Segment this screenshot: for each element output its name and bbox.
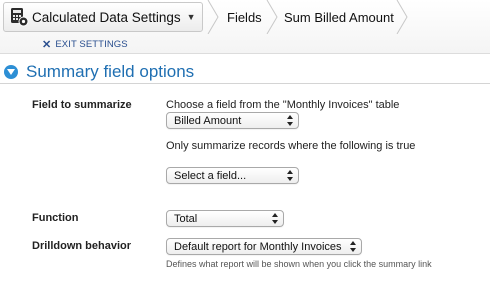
field-to-summarize-prompt: Choose a field from the "Monthly Invoice… [166,99,400,111]
select-arrows-icon [272,213,278,224]
select-arrows-icon [287,115,293,126]
exit-settings-link[interactable]: ✕ EXIT SETTINGS [42,38,128,51]
drilldown-behavior-label: Drilldown behavior [32,240,132,252]
section-title: Summary field options [26,61,195,81]
breadcrumb-sum-billed-amount[interactable]: Sum Billed Amount [284,0,394,34]
filter-field-value: Select a field... [174,169,247,182]
breadcrumb-separator [206,0,220,34]
top-toolbar: Calculated Data Settings ▼ Fields Sum Bi… [0,0,490,54]
chevron-down-icon: ▼ [186,12,196,22]
collapse-icon[interactable] [4,64,18,79]
filter-field-select[interactable]: Select a field... [166,167,299,184]
breadcrumb-fields[interactable]: Fields [227,0,262,34]
calculator-gear-icon [10,7,29,27]
calculated-data-settings-menu[interactable]: Calculated Data Settings ▼ [3,2,203,32]
drilldown-hint: Defines what report will be shown when y… [166,259,432,269]
close-icon: ✕ [42,39,52,51]
field-to-summarize-select[interactable]: Billed Amount [166,112,299,129]
function-select[interactable]: Total [166,210,284,227]
exit-settings-label: EXIT SETTINGS [55,39,128,50]
breadcrumb-separator [265,0,279,34]
breadcrumb-separator [395,0,409,34]
field-to-summarize-label: Field to summarize [32,99,132,111]
summary-field-options-header[interactable]: Summary field options [0,60,490,84]
select-arrows-icon [287,170,293,181]
drilldown-behavior-value: Default report for Monthly Invoices [174,240,342,253]
function-label: Function [32,212,79,224]
drilldown-behavior-select[interactable]: Default report for Monthly Invoices [166,238,362,255]
select-arrows-icon [350,241,356,252]
filter-prompt: Only summarize records where the followi… [166,140,416,152]
settings-menu-label: Calculated Data Settings [32,9,181,25]
field-to-summarize-value: Billed Amount [174,114,242,127]
function-value: Total [174,212,198,225]
